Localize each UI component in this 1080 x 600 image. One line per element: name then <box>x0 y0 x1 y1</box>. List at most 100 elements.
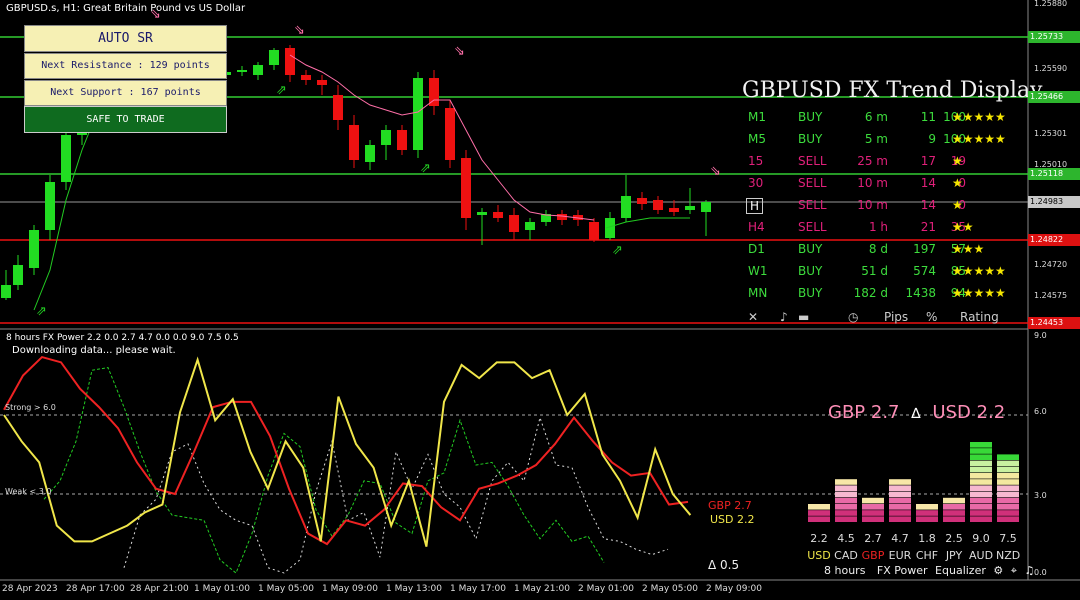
bearish-candle <box>589 222 599 240</box>
price-level-tag: 1.25466 <box>1028 91 1080 103</box>
delta-power-label: Δ 0.5 <box>708 558 740 572</box>
trend-stars: ★ <box>952 176 963 190</box>
bullish-candle <box>701 202 711 212</box>
equalizer-currency[interactable]: CAD <box>834 549 858 562</box>
bearish-candle <box>509 215 519 232</box>
equalizer-bar-segment <box>862 516 884 522</box>
trend-pips: 197 <box>913 242 936 256</box>
equalizer-bar-segment <box>997 454 1019 460</box>
equalizer-bar-segment <box>862 510 884 516</box>
bearish-candle <box>397 130 407 150</box>
bullish-candle <box>477 212 487 215</box>
crosshair-icon[interactable]: ⌖ <box>1011 564 1017 577</box>
trend-row-15[interactable]: 15 SELL 25 m 17 19 ★ <box>740 154 1030 174</box>
close-icon[interactable]: ✕ <box>748 310 758 324</box>
trend-dur: 10 m <box>857 198 888 212</box>
equalizer-currency[interactable]: CHF <box>915 549 939 562</box>
trend-stars: ★★★ <box>952 242 985 256</box>
buy-arrow-icon: ⇗ <box>276 83 287 98</box>
weak-level-label: Weak < 3.0 <box>5 487 52 496</box>
pips-header: Pips <box>884 310 909 324</box>
trend-pips: 21 <box>920 220 936 234</box>
trend-pips: 574 <box>913 264 936 278</box>
equalizer-bar-segment <box>970 504 992 510</box>
trend-row-m5[interactable]: M5 BUY 5 m 9 100 ★★★★★ <box>740 132 1030 152</box>
headline-delta-icon: ∆ <box>911 406 921 422</box>
bullish-candle <box>1 285 11 298</box>
trend-pips: 17 <box>920 154 936 168</box>
equalizer-bar-segment <box>862 497 884 504</box>
bullish-candle <box>413 78 423 150</box>
trend-dur: 1 h <box>868 220 888 234</box>
trend-tf: H <box>746 198 764 214</box>
equalizer-bar-segment <box>835 485 857 491</box>
equalizer-bar-segment <box>916 504 938 510</box>
price-level-tag: 1.24453 <box>1028 317 1080 329</box>
auto-sr-title[interactable]: AUTO SR <box>24 25 227 52</box>
equalizer-bar-segment <box>943 497 965 504</box>
trend-dir: BUY <box>798 132 823 146</box>
symbol-header: GBPUSD.s, H1: Great Britain Pound vs US … <box>6 3 246 14</box>
strong-level-label: Strong > 6.0 <box>5 403 56 412</box>
sort-icon[interactable]: ▬ <box>798 310 809 324</box>
bearish-candle <box>557 214 567 220</box>
equalizer-bar-segment <box>889 479 911 485</box>
music-icon[interactable]: ♫ <box>1024 564 1034 577</box>
equalizer-currency[interactable]: EUR <box>888 549 912 562</box>
equalizer-currency[interactable]: JPY <box>942 549 966 562</box>
equalizer-bar-segment <box>835 510 857 516</box>
time-tick: 28 Apr 21:00 <box>130 584 189 594</box>
headline-usd: USD 2.2 <box>932 402 1006 423</box>
equalizer-value: 2.7 <box>864 532 882 545</box>
equalizer-bar-segment <box>970 466 992 473</box>
trend-tf: H4 <box>748 220 765 234</box>
equalizer-currency[interactable]: AUD <box>969 549 993 562</box>
clock-icon[interactable]: ◷ <box>848 310 858 324</box>
equalizer-bar-segment <box>970 516 992 522</box>
time-tick: 1 May 09:00 <box>322 584 378 594</box>
equalizer-bar-segment <box>970 491 992 498</box>
trend-dir: SELL <box>798 198 827 212</box>
trend-row-mn[interactable]: MN BUY 182 d 1438 94 ★★★★★ <box>740 286 1030 306</box>
trend-display-title: GBPUSD FX Trend Display <box>742 78 1043 103</box>
price-tick: 1.25590 <box>1034 64 1068 73</box>
bullish-candle <box>61 135 71 182</box>
power-tick: 3.0 <box>1034 491 1047 500</box>
trend-stars: ★★★★★ <box>952 286 1006 300</box>
time-tick: 2 May 09:00 <box>706 584 762 594</box>
trend-row-w1[interactable]: W1 BUY 51 d 574 85 ★★★★★ <box>740 264 1030 284</box>
settings-icon[interactable]: ⚙ <box>993 564 1003 577</box>
trend-row-d1[interactable]: D1 BUY 8 d 197 57 ★★★ <box>740 242 1030 262</box>
trend-tf: W1 <box>748 264 768 278</box>
equalizer-bar-segment <box>943 516 965 522</box>
trend-row-h[interactable]: H SELL 10 m 14 0 ★ <box>740 198 1030 218</box>
equalizer-currency[interactable]: NZD <box>996 549 1020 562</box>
equalizer-bar-segment <box>916 510 938 516</box>
equalizer-currency[interactable]: GBP <box>861 549 885 562</box>
time-tick: 2 May 05:00 <box>642 584 698 594</box>
safe-to-trade-badge[interactable]: SAFE TO TRADE <box>24 106 227 133</box>
equalizer-bar-segment <box>970 460 992 467</box>
trend-row-m1[interactable]: M1 BUY 6 m 11 100 ★★★★★ <box>740 110 1030 130</box>
period-label[interactable]: 8 hours <box>824 564 865 577</box>
bullish-candle <box>269 50 279 65</box>
power-headline: GBP 2.7 ∆ USD 2.2 <box>828 402 1005 423</box>
gbp-power-line <box>3 355 689 546</box>
trend-tf: 30 <box>748 176 764 190</box>
equalizer-bar-segment <box>970 485 992 491</box>
equalizer-currency[interactable]: USD <box>807 549 831 562</box>
trend-tf: M5 <box>748 132 766 146</box>
trend-row-h4[interactable]: H4 SELL 1 h 21 35 ★★ <box>740 220 1030 240</box>
buy-arrow-icon: ⇗ <box>36 304 47 319</box>
trend-dur: 10 m <box>857 176 888 190</box>
equalizer-bar-segment <box>835 497 857 504</box>
equalizer-mode-label[interactable]: Equalizer <box>935 564 986 577</box>
equalizer-bar-segment <box>997 460 1019 467</box>
trend-pips: 14 <box>920 176 936 190</box>
sound-icon[interactable]: ♪ <box>780 310 788 324</box>
trend-row-30[interactable]: 30 SELL 10 m 14 0 ★ <box>740 176 1030 196</box>
equalizer-bar-segment <box>970 479 992 485</box>
time-tick: 28 Apr 2023 <box>2 584 58 594</box>
equalizer-bar-segment <box>997 497 1019 504</box>
trend-tf: M1 <box>748 110 766 124</box>
